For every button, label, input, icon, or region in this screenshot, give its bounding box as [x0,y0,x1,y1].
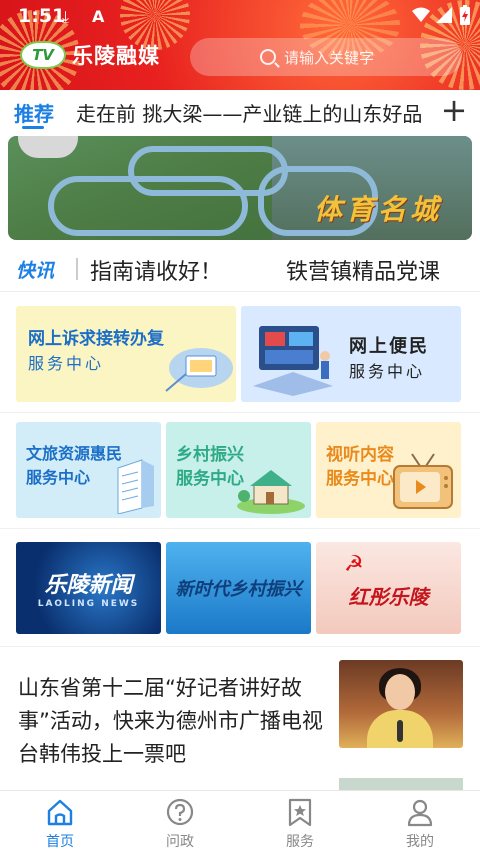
star-bookmark-icon [285,797,315,827]
divider [0,528,480,529]
news-flash-item[interactable]: 铁营镇精品党课 [286,254,476,286]
service-card-subtitle: 服务中心 [176,469,244,489]
article-title: 山东省第十二届“好记者讲好故事”活动，快来为德州市广播电视台韩伟投上一票吧 [18,676,323,766]
app-notification-icon: A [92,7,105,26]
program-title: 新时代乡村振兴 [175,579,302,600]
article-thumbnail [339,660,463,748]
news-flash-label: 快讯 [16,260,55,282]
app-header: 1:51 ⤓ A TV 乐陵融媒 请输入关键字 [0,0,480,90]
divider [0,412,480,413]
service-card-rural-revitalization[interactable]: 乡村振兴 服务中心 [166,422,311,518]
service-card-title: 视听内容 [326,445,394,465]
service-card-title: 乡村振兴 [176,445,244,465]
service-card-subtitle: 服务中心 [349,362,426,381]
service-card-audiovisual[interactable]: 视听内容 服务中心 [316,422,461,518]
nav-inquiry[interactable]: 问政 [120,795,240,853]
microphone-icon [397,720,403,742]
channel-tabs: 推荐 走在前 挑大梁——产业链上的山东好品 + [0,90,480,132]
home-icon [45,797,75,827]
monitor-worker-icon [253,326,333,396]
tv-icon [393,453,453,509]
nav-label: 服务 [286,834,314,850]
nav-home[interactable]: 首页 [0,795,120,853]
program-tile-laoling-news[interactable]: 乐陵新闻 LAOLING NEWS [16,542,161,634]
divider [0,646,480,647]
news-flash[interactable]: 快讯 指南请收好！ 铁营镇精品党课 [0,244,480,292]
tab-active-indicator [22,126,44,129]
program-tile-red-laoling[interactable]: ☭ 红彤乐陵 [316,542,461,634]
nav-label: 首页 [46,834,74,850]
search-icon [260,49,276,65]
add-channel-button[interactable]: + [436,90,472,132]
cloud-computer-icon [165,348,233,392]
person-image [385,674,415,710]
download-icon: ⤓ [62,7,70,26]
service-card-title: 网上诉求接转办复 [28,329,164,349]
tab-topic[interactable]: 走在前 挑大梁——产业链上的山东好品 [76,98,428,127]
service-card-subtitle: 服务中心 [326,469,394,489]
signal-icon [436,7,452,27]
service-card-subtitle: 服务中心 [28,354,105,373]
party-emblem-icon: ☭ [344,552,364,577]
program-tile-rural-revitalization[interactable]: 新时代乡村振兴 [166,542,311,634]
status-time: 1:51 [18,5,66,27]
question-icon [165,797,195,827]
brand-name: 乐陵融媒 [72,44,160,68]
banner-structure [18,136,78,158]
program-title: 红彤乐陵 [348,584,429,609]
news-flash-item[interactable]: 指南请收好！ [90,254,222,286]
service-card-complaint[interactable]: 网上诉求接转办复 服务中心 [16,306,236,402]
service-card-title: 网上便民 [349,336,429,357]
banner-caption: 体育名城 [313,193,442,226]
news-flash-divider [76,258,78,280]
building-icon [117,459,154,514]
program-subtitle: LAOLING NEWS [37,599,140,609]
battery-charging-icon [460,5,470,29]
brand: TV 乐陵融媒 [20,40,160,70]
article-item[interactable]: 山东省第十二届“好记者讲好故事”活动，快来为德州市广播电视台韩伟投上一票吧 [0,648,480,768]
nav-services[interactable]: 服务 [240,795,360,853]
hero-banner[interactable]: 体育名城 [8,136,472,240]
tv-logo-icon: TV [20,41,66,69]
search-placeholder: 请输入关键字 [284,48,375,67]
search-input[interactable]: 请输入关键字 [190,38,462,76]
service-card-subtitle: 服务中心 [26,468,91,487]
next-article-thumbnail [339,778,463,790]
user-icon [405,797,435,827]
nav-label: 我的 [406,834,434,850]
status-bar: 1:51 ⤓ A [0,0,480,32]
wifi-icon [412,7,430,27]
service-card-culture-tourism[interactable]: 文旅资源惠民 服务中心 [16,422,161,518]
service-card-convenience[interactable]: 网上便民 服务中心 [241,306,461,402]
bottom-navigation: 首页 问政 服务 我的 [0,790,480,853]
tab-recommended[interactable]: 推荐 [14,98,54,127]
program-title: 乐陵新闻 [44,573,133,598]
nav-profile[interactable]: 我的 [360,795,480,853]
farmhouse-icon [237,470,305,514]
nav-label: 问政 [166,834,194,850]
